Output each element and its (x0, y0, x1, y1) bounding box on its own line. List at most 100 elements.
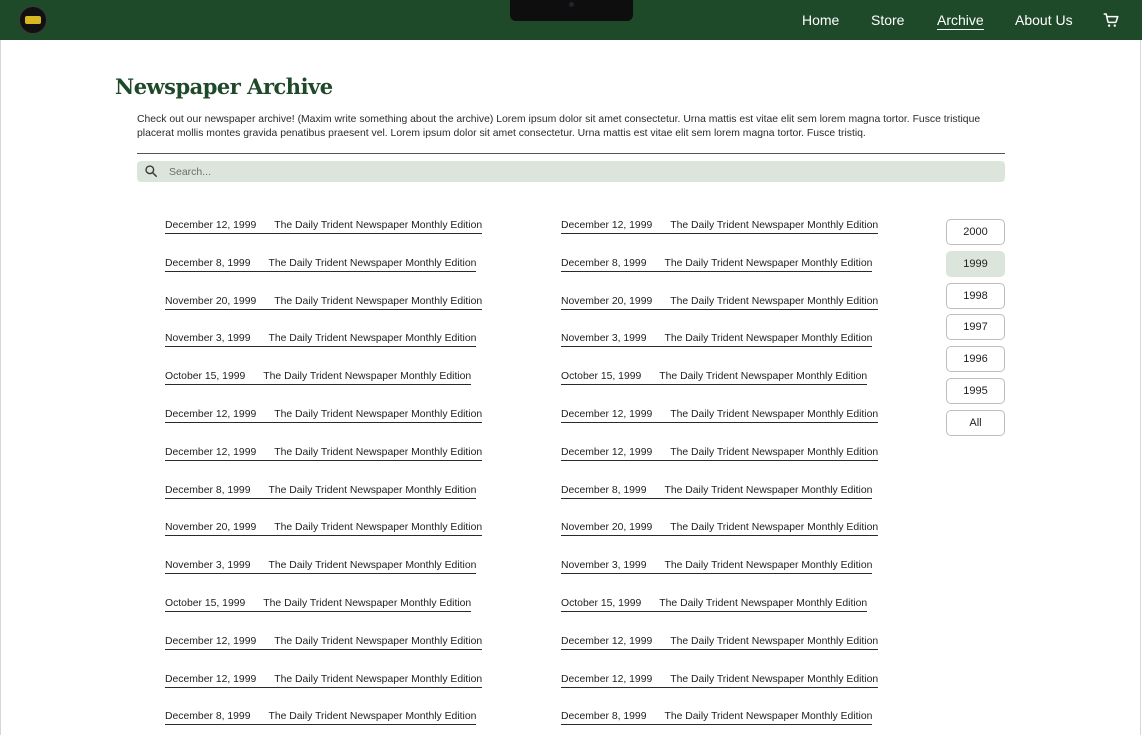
year-filter-1995[interactable]: 1995 (946, 378, 1005, 404)
entry-date: November 3, 1999 (165, 560, 251, 571)
entry-title: The Daily Trident Newspaper Monthly Edit… (664, 258, 873, 269)
entry-title: The Daily Trident Newspaper Monthly Edit… (670, 447, 879, 458)
entry-title: The Daily Trident Newspaper Monthly Edit… (670, 674, 879, 685)
entry-title: The Daily Trident Newspaper Monthly Edit… (664, 485, 873, 496)
archive-entry-link[interactable]: December 8, 1999 The Daily Trident Newspa… (561, 257, 873, 272)
year-filter-2000[interactable]: 2000 (946, 219, 1005, 245)
entry-title: The Daily Trident Newspaper Monthly Edit… (274, 522, 483, 533)
archive-entry-link[interactable]: December 12, 1999 The Daily Trident Newsp… (561, 673, 879, 688)
archive-entry-link[interactable]: December 8, 1999 The Daily Trident Newspa… (165, 257, 477, 272)
entry-date: November 3, 1999 (165, 333, 251, 344)
archive-entry-link[interactable]: December 12, 1999 The Daily Trident Newsp… (165, 673, 483, 688)
year-filter-1996[interactable]: 1996 (946, 346, 1005, 373)
search-input[interactable] (169, 163, 989, 180)
page-title: Newspaper Archive (115, 74, 333, 99)
entry-date: December 12, 1999 (165, 674, 257, 685)
entry-date: October 15, 1999 (165, 371, 246, 382)
entry-title: The Daily Trident Newspaper Monthly Edit… (274, 674, 483, 685)
entry-date: October 15, 1999 (561, 598, 642, 609)
archive-entry-link[interactable]: November 20, 1999 The Daily Trident Newsp… (165, 521, 483, 536)
archive-entry-link[interactable]: October 15, 1999 The Daily Trident Newspa… (561, 597, 868, 612)
entry-title: The Daily Trident Newspaper Monthly Edit… (670, 522, 879, 533)
archive-entry-link[interactable]: December 12, 1999 The Daily Trident Newsp… (165, 219, 483, 234)
archive-entry-link[interactable]: November 20, 1999 The Daily Trident Newsp… (165, 295, 483, 310)
entry-date: December 12, 1999 (561, 636, 653, 647)
archive-entry-link[interactable]: December 8, 1999 The Daily Trident Newspa… (561, 710, 873, 725)
entry-title: The Daily Trident Newspaper Monthly Edit… (670, 220, 879, 231)
entry-date: December 8, 1999 (165, 711, 251, 722)
archive-entry-link[interactable]: December 12, 1999 The Daily Trident Newsp… (561, 408, 879, 423)
entry-title: The Daily Trident Newspaper Monthly Edit… (274, 636, 483, 647)
archive-entry-link[interactable]: October 15, 1999 The Daily Trident Newspa… (165, 597, 472, 612)
archive-intro-text: Check out our newspaper archive! (Maxim … (137, 114, 981, 139)
archive-entry-link[interactable]: December 12, 1999 The Daily Trident Newsp… (561, 219, 879, 234)
archive-entry-link[interactable]: December 12, 1999 The Daily Trident Newsp… (165, 446, 483, 461)
entry-date: December 12, 1999 (561, 220, 653, 231)
entry-title: The Daily Trident Newspaper Monthly Edit… (274, 447, 483, 458)
divider (137, 153, 1005, 154)
nav-link-store[interactable]: Store (871, 12, 904, 28)
entry-title: The Daily Trident Newspaper Monthly Edit… (268, 711, 477, 722)
entry-title: The Daily Trident Newspaper Monthly Edit… (263, 371, 472, 382)
entry-title: The Daily Trident Newspaper Monthly Edit… (670, 409, 879, 420)
entry-title: The Daily Trident Newspaper Monthly Edit… (664, 711, 873, 722)
archive-entry-link[interactable]: October 15, 1999 The Daily Trident Newspa… (561, 370, 868, 385)
archive-entry-link[interactable]: November 3, 1999 The Daily Trident Newspa… (165, 332, 477, 347)
archive-entry-link[interactable]: November 3, 1999 The Daily Trident Newspa… (561, 559, 873, 574)
year-filter-all[interactable]: All (946, 409, 1005, 436)
archive-entry-link[interactable]: November 3, 1999 The Daily Trident Newspa… (165, 559, 477, 574)
archive-entry-link[interactable]: November 3, 1999 The Daily Trident Newspa… (561, 332, 873, 347)
shopping-cart-icon[interactable] (1102, 11, 1120, 29)
entry-date: October 15, 1999 (165, 598, 246, 609)
entry-date: December 8, 1999 (561, 258, 647, 269)
archive-entry-link[interactable]: December 12, 1999 The Daily Trident Newsp… (165, 408, 483, 423)
archive-entry-link[interactable]: November 20, 1999 The Daily Trident Newsp… (561, 295, 879, 310)
nav-link-home[interactable]: Home (802, 12, 839, 28)
entry-date: December 12, 1999 (165, 636, 257, 647)
archive-entry-link[interactable]: December 8, 1999 The Daily Trident Newspa… (165, 710, 477, 725)
archive-entry-link[interactable]: December 12, 1999 The Daily Trident Newsp… (561, 446, 879, 461)
entry-date: November 20, 1999 (561, 522, 653, 533)
entry-date: November 3, 1999 (561, 333, 647, 344)
camera-dot (569, 2, 574, 7)
entry-date: December 8, 1999 (561, 711, 647, 722)
entry-title: The Daily Trident Newspaper Monthly Edit… (664, 333, 873, 344)
entry-title: The Daily Trident Newspaper Monthly Edit… (274, 296, 483, 307)
entry-date: December 12, 1999 (561, 409, 653, 420)
entry-date: December 12, 1999 (165, 409, 257, 420)
entry-date: November 20, 1999 (561, 296, 653, 307)
entry-date: November 20, 1999 (165, 296, 257, 307)
entry-title: The Daily Trident Newspaper Monthly Edit… (659, 371, 868, 382)
year-filter-1997[interactable]: 1997 (946, 314, 1005, 341)
archive-entry-link[interactable]: December 12, 1999 The Daily Trident Newsp… (165, 635, 483, 650)
entry-date: November 20, 1999 (165, 522, 257, 533)
archive-entry-link[interactable]: December 8, 1999 The Daily Trident Newspa… (561, 484, 873, 499)
entry-title: The Daily Trident Newspaper Monthly Edit… (274, 409, 483, 420)
archive-entry-link[interactable]: November 20, 1999 The Daily Trident Newsp… (561, 521, 879, 536)
entry-title: The Daily Trident Newspaper Monthly Edit… (268, 333, 477, 344)
archive-entry-link[interactable]: December 12, 1999 The Daily Trident Newsp… (561, 635, 879, 650)
top-navbar: Home Store Archive About Us (0, 0, 1142, 40)
year-filter-1999[interactable]: 1999 (946, 250, 1005, 277)
trident-logo-icon[interactable] (19, 6, 47, 34)
search-bar (137, 161, 1005, 182)
archive-entry-link[interactable]: December 8, 1999 The Daily Trident Newspa… (165, 484, 477, 499)
entry-date: December 12, 1999 (165, 220, 257, 231)
archive-entry-link[interactable]: October 15, 1999 The Daily Trident Newspa… (165, 370, 472, 385)
entry-title: The Daily Trident Newspaper Monthly Edit… (268, 258, 477, 269)
entry-date: October 15, 1999 (561, 371, 642, 382)
entry-date: December 12, 1999 (561, 674, 653, 685)
camera-notch (510, 0, 633, 21)
year-filter-1998[interactable]: 1998 (946, 282, 1005, 309)
nav-link-about-us[interactable]: About Us (1015, 12, 1073, 28)
entry-title: The Daily Trident Newspaper Monthly Edit… (664, 560, 873, 571)
entry-title: The Daily Trident Newspaper Monthly Edit… (268, 485, 477, 496)
search-icon[interactable] (144, 164, 158, 178)
logo-mark (25, 16, 41, 24)
entry-title: The Daily Trident Newspaper Monthly Edit… (268, 560, 477, 571)
entry-title: The Daily Trident Newspaper Monthly Edit… (274, 220, 483, 231)
entry-title: The Daily Trident Newspaper Monthly Edit… (670, 296, 879, 307)
entry-title: The Daily Trident Newspaper Monthly Edit… (670, 636, 879, 647)
nav-link-archive[interactable]: Archive (937, 12, 984, 30)
entry-title: The Daily Trident Newspaper Monthly Edit… (263, 598, 472, 609)
